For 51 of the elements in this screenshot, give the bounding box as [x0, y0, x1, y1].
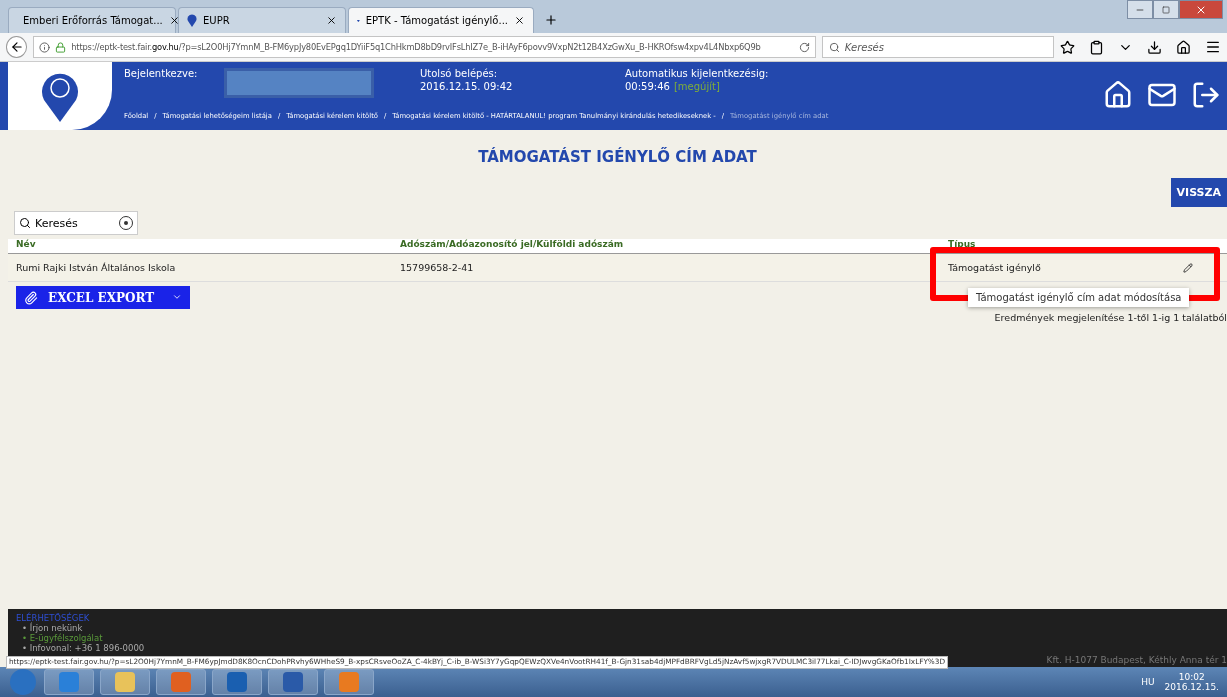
table-cell-text: Rumi Rajki István Általános Iskola	[15, 262, 177, 273]
auto-logout-label: Automatikus kijelentkezésig:	[625, 68, 770, 79]
reload-icon[interactable]	[798, 41, 810, 53]
browser-tab[interactable]: Emberi Erőforrás Támogat...	[8, 7, 176, 33]
logged-in-label: Bejelentkezve:	[124, 68, 199, 79]
home-icon[interactable]	[1103, 80, 1133, 110]
table-cell: Támogatást igénylő	[940, 262, 1227, 273]
back-button[interactable]: VISSZA	[1170, 178, 1227, 207]
close-icon[interactable]	[514, 15, 525, 26]
clock[interactable]: 10:02 2016.12.15.	[1164, 672, 1219, 692]
last-login-value: 2016.12.15. 09:42	[420, 81, 514, 92]
back-button[interactable]	[6, 36, 28, 58]
search-button[interactable]: Keresés	[14, 211, 138, 235]
pin-icon	[187, 14, 197, 27]
results-info: Eredmények megjelenítése 1-től 1-ig 1 találatból	[994, 312, 1227, 323]
footer-heading: ELÉRHETŐSÉGEK	[16, 613, 91, 623]
info-icon	[39, 41, 51, 53]
language-indicator[interactable]: HU	[1141, 677, 1155, 687]
menu-icon[interactable]	[1205, 39, 1221, 55]
close-icon[interactable]	[326, 15, 337, 26]
browser-tab[interactable]: EPTK - Támogatást igénylő...	[348, 7, 534, 33]
download-icon[interactable]	[1147, 39, 1162, 55]
home-icon[interactable]	[1176, 39, 1191, 55]
column-header: Adószám/Adóazonosító jel/Külföldi adószám	[399, 239, 625, 251]
footer-link[interactable]: • E-ügyfélszolgálat	[22, 633, 1219, 643]
footer-link[interactable]: • Infovonal: +36 1 896-0000	[22, 643, 1219, 653]
search-icon	[19, 217, 31, 229]
search-field[interactable]: Keresés	[821, 36, 1054, 58]
lock-icon	[55, 41, 67, 53]
search-icon	[828, 41, 840, 53]
edit-icon[interactable]	[1183, 262, 1193, 273]
excel-export-button[interactable]: EXCEL EXPORT	[16, 286, 190, 309]
countdown-value: 00:59:46	[625, 81, 670, 92]
last-login-label: Utolsó belépés:	[420, 68, 499, 79]
paperclip-icon	[24, 290, 38, 305]
page-title: TÁMOGATÁST IGÉNYLŐ CÍM ADAT	[477, 148, 758, 166]
browser-tab[interactable]: EUPR	[178, 7, 346, 33]
clipboard-icon[interactable]	[1089, 39, 1104, 55]
close-icon[interactable]	[168, 15, 180, 26]
footer-link[interactable]: • Írjon nekünk	[22, 623, 1219, 633]
back-arrow-icon	[9, 40, 24, 54]
new-tab-icon[interactable]	[544, 13, 558, 27]
address-bar[interactable]: https://eptk-test.fair.gov.hu/?p=sL2O0Hj7YmnM_B-FM6ypJy80EvEPgq1DYiiF5q1ChHkmD8bD9rvIFsLhIZ7e_B-iHAyF6povv9VxpN2t12B4XzGwXu_B-HKROfsw4xpv4L4Nbxp6Q9b	[33, 36, 816, 58]
column-header: Név	[15, 239, 37, 251]
copyright-text: Kft. H-1077 Budapest, Kéthly Anna tér 1	[1046, 655, 1227, 665]
logout-icon[interactable]	[1191, 80, 1221, 110]
table-cell-text: 15799658-2-41	[399, 262, 475, 273]
popup-menu-item[interactable]: Támogatást igénylő cím adat módosítása	[968, 288, 1190, 307]
column-header: Típus	[947, 239, 977, 251]
maximize-icon	[1162, 5, 1170, 14]
star-icon[interactable]	[1060, 39, 1075, 55]
